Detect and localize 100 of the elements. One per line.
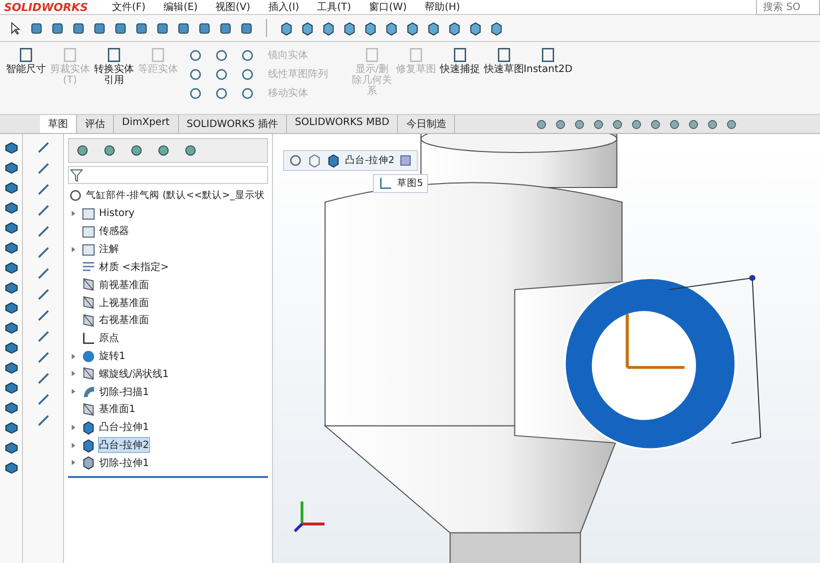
expand-arrow-icon[interactable] xyxy=(70,424,76,431)
ribbon-button[interactable]: 智能尺寸 xyxy=(6,46,46,75)
sketch-square-icon[interactable] xyxy=(398,153,414,168)
panel-tab-icon[interactable] xyxy=(156,143,171,158)
box-icon[interactable] xyxy=(4,380,18,395)
filter-field[interactable] xyxy=(68,166,268,184)
app-logo: SOLIDWORKS xyxy=(4,0,89,14)
tree-item[interactable]: 旋转1 xyxy=(99,349,126,364)
expand-arrow-icon[interactable] xyxy=(70,370,76,378)
breadcrumb-item[interactable]: 凸台-拉伸2 xyxy=(345,154,394,167)
origin-icon xyxy=(81,330,96,346)
tool-icon xyxy=(363,46,381,64)
tree-root-label[interactable]: 气缸部件-排气阀 (默认<<默认>_显示状 xyxy=(86,189,265,202)
tree-item[interactable]: 材质 <未指定> xyxy=(99,260,169,274)
tree-item[interactable]: 凸台-拉伸1 xyxy=(99,420,149,434)
menu-item[interactable]: 视图(V) xyxy=(216,0,250,14)
menu-item[interactable]: 工具(T) xyxy=(317,0,352,14)
tree-item[interactable]: 前视基准面 xyxy=(99,278,149,292)
panel-tab-icon[interactable] xyxy=(129,143,144,158)
box-icon[interactable] xyxy=(4,420,18,435)
line-icon[interactable] xyxy=(36,182,50,197)
tree-item[interactable]: 注解 xyxy=(99,242,119,256)
plane-icon xyxy=(81,295,96,310)
ribbon-button[interactable]: 快速草图 xyxy=(484,46,524,75)
folder-icon xyxy=(81,206,96,222)
part-icon[interactable] xyxy=(288,153,303,168)
sketch-tool-icon[interactable] xyxy=(188,67,203,82)
tool-icon xyxy=(539,46,557,64)
menu-item[interactable]: 编辑(E) xyxy=(164,0,198,14)
ribbon-tab[interactable]: 今日制造 xyxy=(398,115,456,133)
tree-item[interactable]: 切除-扫描1 xyxy=(99,384,149,399)
sketch-tool-icon[interactable] xyxy=(214,67,229,82)
tree-item[interactable]: 凸台-拉伸2 xyxy=(99,438,149,452)
expand-arrow-icon[interactable] xyxy=(70,442,76,449)
boss-icon xyxy=(81,420,96,435)
tool-icon xyxy=(495,46,513,64)
sketch-tool-icon[interactable] xyxy=(240,67,255,82)
sweep-icon xyxy=(81,384,96,400)
expand-arrow-icon[interactable] xyxy=(70,352,76,360)
box-icon[interactable] xyxy=(4,400,18,415)
sketch-tool-icon[interactable] xyxy=(214,48,229,63)
expand-arrow-icon[interactable] xyxy=(70,388,76,396)
expand-arrow-icon[interactable] xyxy=(70,459,76,466)
box-icon[interactable] xyxy=(4,140,18,155)
box-icon[interactable] xyxy=(4,340,18,355)
plane-icon xyxy=(81,402,96,417)
expand-arrow-icon[interactable] xyxy=(70,210,76,218)
sketch-tool-icon[interactable] xyxy=(240,86,255,101)
box-icon[interactable] xyxy=(4,280,18,295)
ribbon-tab[interactable]: SOLIDWORKS MBD xyxy=(286,115,398,133)
tree-item[interactable]: History xyxy=(99,208,135,220)
box-icon[interactable] xyxy=(4,240,18,255)
panel-tab-icon[interactable] xyxy=(75,143,90,158)
boss-icon xyxy=(81,438,96,453)
sketch-tool-icon[interactable] xyxy=(188,86,203,101)
annotation-icon xyxy=(81,242,96,257)
tree-item[interactable]: 右视基准面 xyxy=(99,313,149,328)
box-icon[interactable] xyxy=(4,440,18,455)
tree-item[interactable]: 螺旋线/涡状线1 xyxy=(99,366,169,381)
expand-arrow-icon[interactable] xyxy=(70,246,76,253)
ribbon-tab[interactable]: SOLIDWORKS 插件 xyxy=(178,115,287,133)
cut-icon xyxy=(81,455,96,470)
filter-icon xyxy=(69,168,84,182)
ribbon-tab[interactable]: DimXpert xyxy=(114,115,179,133)
sketch-tool-icon[interactable] xyxy=(240,48,255,63)
tool-icon xyxy=(105,46,123,64)
tree-item[interactable]: 原点 xyxy=(99,331,119,346)
plane-icon[interactable] xyxy=(36,392,50,407)
menu-item[interactable]: 文件(F) xyxy=(112,0,146,14)
tool-icon xyxy=(407,46,425,64)
tool-icon xyxy=(61,46,79,64)
tool-icon xyxy=(149,46,167,64)
tree-item[interactable]: 上视基准面 xyxy=(99,296,149,310)
menu-item[interactable]: 窗口(W) xyxy=(369,0,407,14)
sketch-chip[interactable]: 草图5 xyxy=(373,174,428,193)
ribbon-tab[interactable]: 评估 xyxy=(77,115,114,133)
tool-icon xyxy=(17,46,35,64)
menu-item[interactable]: 帮助(H) xyxy=(424,0,460,14)
ribbon-button[interactable]: 转换实体引用 xyxy=(94,46,134,86)
plane-icon xyxy=(81,277,96,292)
box-icon[interactable] xyxy=(4,360,18,375)
sweep-icon[interactable] xyxy=(4,180,18,195)
ribbon-button[interactable]: 快速捕捉 xyxy=(440,46,480,75)
sketch-tool-icon[interactable] xyxy=(214,86,229,101)
tree-item[interactable]: 基准面1 xyxy=(99,402,136,416)
tree-item[interactable]: 切除-拉伸1 xyxy=(99,456,149,470)
boss-icon xyxy=(326,153,341,168)
box-icon[interactable] xyxy=(4,220,18,235)
box-icon[interactable] xyxy=(4,300,18,315)
panel-tab-icon[interactable] xyxy=(183,143,198,158)
sensor-icon xyxy=(81,224,96,239)
menu-item[interactable]: 插入(I) xyxy=(268,0,300,14)
plane-icon xyxy=(81,366,96,382)
part-icon xyxy=(68,188,83,204)
sketch-tool-icon[interactable] xyxy=(188,48,203,63)
tree-item[interactable]: 传感器 xyxy=(99,224,129,238)
box-icon[interactable] xyxy=(4,460,18,475)
panel-tab-icon[interactable] xyxy=(102,143,117,158)
ribbon-tab[interactable]: 草图 xyxy=(40,115,77,133)
tool-icon xyxy=(451,46,469,64)
